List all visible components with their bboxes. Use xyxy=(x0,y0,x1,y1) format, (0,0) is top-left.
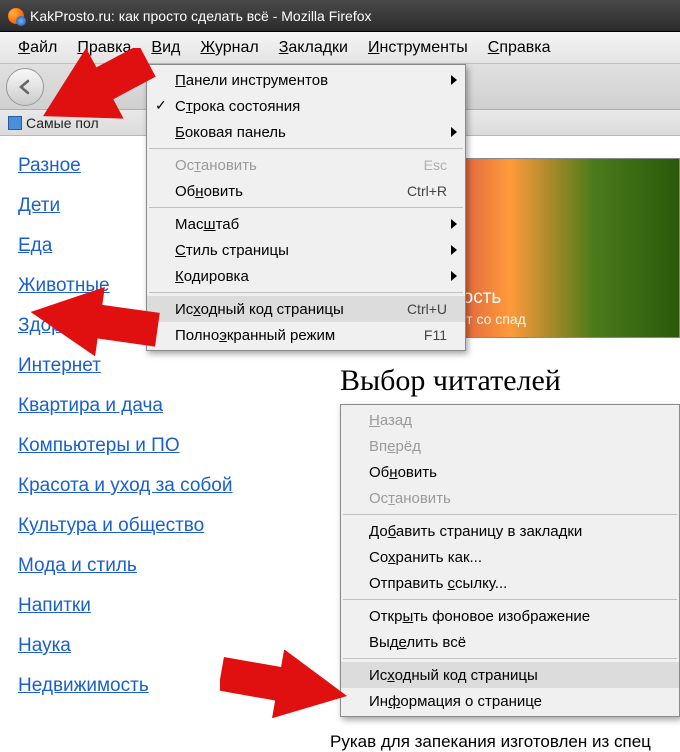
menu-statusbar[interactable]: ✓Строка состояния xyxy=(147,93,465,119)
menu-fullscreen[interactable]: Полноэкранный режимF11 xyxy=(147,322,465,348)
ctx-saveas[interactable]: Сохранить как... xyxy=(341,544,679,570)
category-link[interactable]: Недвижимость xyxy=(18,675,278,697)
firefox-icon xyxy=(8,8,24,24)
ctx-stop: Остановить xyxy=(341,485,679,511)
category-link[interactable]: Интернет xyxy=(18,355,278,377)
category-link[interactable]: Красота и уход за собой xyxy=(18,475,278,497)
ctx-open-bg-image[interactable]: Открыть фоновое изображение xyxy=(341,603,679,629)
ctx-back: Назад xyxy=(341,407,679,433)
ctx-page-info[interactable]: Информация о странице xyxy=(341,688,679,714)
category-link[interactable]: Напитки xyxy=(18,595,278,617)
menu-bookmarks[interactable]: Закладки xyxy=(269,35,358,61)
bookmark-item[interactable]: Самые пол xyxy=(26,115,99,131)
menubar: Файл Правка Вид Журнал Закладки Инструме… xyxy=(0,32,680,64)
ctx-bookmark[interactable]: Добавить страницу в закладки xyxy=(341,518,679,544)
menu-history[interactable]: Журнал xyxy=(190,35,268,61)
category-link[interactable]: Квартира и дача xyxy=(18,395,278,417)
menu-pagestyle[interactable]: Стиль страницы xyxy=(147,237,465,263)
menu-help[interactable]: Справка xyxy=(478,35,561,61)
category-link[interactable]: Наука xyxy=(18,635,278,657)
window-title: KakProsto.ru: как просто сделать всё - M… xyxy=(30,8,372,24)
ctx-forward: Вперёд xyxy=(341,433,679,459)
menu-sidepanel[interactable]: Боковая панель xyxy=(147,119,465,145)
ctx-sendlink[interactable]: Отправить ссылку... xyxy=(341,570,679,596)
view-menu-dropdown: Панели инструментов ✓Строка состояния Бо… xyxy=(146,64,466,351)
bookmark-folder-icon xyxy=(8,116,22,130)
menu-stop: ОстановитьEsc xyxy=(147,152,465,178)
article-snippet: Рукав для запекания изготовлен из спец xyxy=(330,732,651,752)
window-titlebar: KakProsto.ru: как просто сделать всё - M… xyxy=(0,0,680,32)
back-button[interactable] xyxy=(6,68,44,106)
category-link[interactable]: Компьютеры и ПО xyxy=(18,435,278,457)
menu-encoding[interactable]: Кодировка xyxy=(147,263,465,289)
menu-zoom[interactable]: Масштаб xyxy=(147,211,465,237)
menu-reload[interactable]: ОбновитьCtrl+R xyxy=(147,178,465,204)
menu-tools[interactable]: Инструменты xyxy=(358,35,478,61)
menu-panels[interactable]: Панели инструментов xyxy=(147,67,465,93)
category-link[interactable]: Мода и стиль xyxy=(18,555,278,577)
ctx-view-source[interactable]: Исходный код страницы xyxy=(341,662,679,688)
menu-view[interactable]: Вид xyxy=(141,35,190,61)
menu-edit[interactable]: Правка xyxy=(67,35,141,61)
category-link[interactable]: Культура и общество xyxy=(18,515,278,537)
page-context-menu: Назад Вперёд Обновить Остановить Добавит… xyxy=(340,404,680,717)
section-heading: Выбор читателей xyxy=(340,364,680,398)
ctx-reload[interactable]: Обновить xyxy=(341,459,679,485)
menu-view-source[interactable]: Исходный код страницыCtrl+U xyxy=(147,296,465,322)
menu-file[interactable]: Файл xyxy=(8,35,67,61)
ctx-select-all[interactable]: Выделить всё xyxy=(341,629,679,655)
